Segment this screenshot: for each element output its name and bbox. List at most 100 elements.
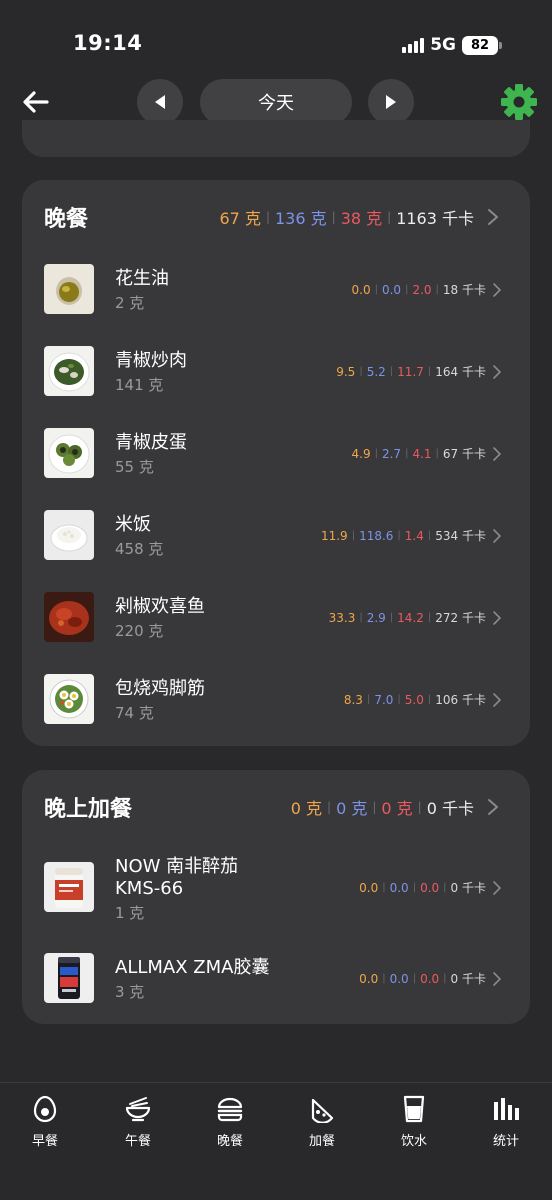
food-item-zma[interactable]: ALLMAX ZMA胶囊 3 克 0.0 | 0.0 | 0.0 | 0 千卡 bbox=[22, 953, 530, 1013]
food-item-chicken-tendon[interactable]: 包烧鸡脚筋 74 克 8.3 | 7.0 | 5.0 | 106 千卡 bbox=[22, 674, 530, 756]
food-kcal: 0 千卡 bbox=[450, 972, 486, 986]
chevron-right-icon bbox=[493, 971, 502, 986]
egg-icon bbox=[33, 1095, 57, 1123]
food-kcal: 534 千卡 bbox=[435, 529, 486, 543]
tab-breakfast[interactable]: 早餐 bbox=[15, 1095, 75, 1149]
chevron-right-icon bbox=[493, 282, 502, 297]
chevron-right-icon bbox=[493, 880, 502, 895]
food-name: NOW 南非醉茄 KMS-66 bbox=[115, 856, 238, 900]
food-protein: 0.0 bbox=[381, 282, 402, 297]
food-macros: 0.0 | 0.0 | 2.0 | 18 千卡 bbox=[352, 281, 503, 298]
tab-dinner[interactable]: 晚餐 bbox=[200, 1095, 260, 1149]
evening-snack-title: 晚上加餐 bbox=[44, 797, 133, 822]
food-fat: 0.0 bbox=[420, 971, 440, 986]
next-day-button[interactable] bbox=[368, 79, 414, 125]
food-item-pepper-egg[interactable]: 青椒皮蛋 55 克 4.9 | 2.7 | 4.1 | 67 千卡 bbox=[22, 428, 530, 510]
food-quantity: 1 克 bbox=[115, 904, 145, 922]
food-thumbnail bbox=[44, 510, 94, 560]
food-kcal: 0 千卡 bbox=[450, 881, 486, 895]
chevron-right-icon bbox=[493, 446, 502, 461]
food-thumbnail bbox=[44, 428, 94, 478]
arrow-left-icon bbox=[23, 91, 49, 113]
food-name: 剁椒欢喜鱼 bbox=[115, 596, 205, 617]
date-selector[interactable]: 今天 bbox=[200, 79, 352, 125]
snack-fat-total: 0 克 bbox=[381, 799, 413, 818]
tab-label: 饮水 bbox=[400, 1134, 427, 1149]
food-name: ALLMAX ZMA胶囊 bbox=[115, 957, 270, 978]
dinner-protein-total: 136 克 bbox=[275, 209, 327, 228]
food-quantity: 220 克 bbox=[115, 622, 164, 640]
food-quantity: 458 克 bbox=[115, 540, 164, 558]
tab-label: 午餐 bbox=[124, 1134, 151, 1149]
burger-icon bbox=[217, 1097, 243, 1122]
food-carb: 9.5 bbox=[336, 364, 356, 379]
food-name: 米饭 bbox=[115, 514, 151, 535]
previous-day-button[interactable] bbox=[137, 79, 183, 125]
food-item-peanut-oil[interactable]: 花生油 2 克 0.0 | 0.0 | 2.0 | 18 千卡 bbox=[22, 264, 530, 346]
food-macros: 8.3 | 7.0 | 5.0 | 106 千卡 bbox=[344, 691, 502, 708]
food-fat: 14.2 bbox=[397, 610, 424, 625]
snack-kcal-total: 0 千卡 bbox=[426, 799, 474, 818]
dinner-macros: 67 克 | 136 克 | 38 克 | 1163 千卡 bbox=[220, 205, 475, 229]
pizza-slice-icon bbox=[311, 1098, 334, 1123]
food-carb: 0.0 bbox=[359, 880, 379, 895]
food-macros: 9.5 | 5.2 | 11.7 | 164 千卡 bbox=[336, 363, 502, 380]
evening-snack-card: 晚上加餐 0 克 | 0 克 | 0 克 | 0 千卡 NOW 南非醉茄 KMS-66… bbox=[22, 770, 530, 1024]
glass-icon bbox=[403, 1095, 425, 1123]
chevron-right-icon bbox=[493, 692, 502, 707]
food-protein: 5.2 bbox=[366, 364, 386, 379]
evening-snack-macros: 0 克 | 0 克 | 0 克 | 0 千卡 bbox=[291, 795, 474, 819]
tab-lunch[interactable]: 午餐 bbox=[108, 1095, 168, 1149]
food-fat: 11.7 bbox=[397, 364, 424, 379]
tab-label: 早餐 bbox=[31, 1134, 58, 1149]
dinner-card: 晚餐 67 克 | 136 克 | 38 克 | 1163 千卡 花生油 2 克 0.… bbox=[22, 180, 530, 746]
bottom-tab-bar: 早餐 午餐 晚餐 加餐 饮水 统计 bbox=[0, 1082, 552, 1200]
food-macros: 11.9 | 118.6 | 1.4 | 534 千卡 bbox=[321, 527, 502, 544]
back-button[interactable] bbox=[20, 86, 52, 118]
tab-stats[interactable]: 统计 bbox=[476, 1095, 536, 1149]
bar-chart-icon bbox=[494, 1098, 519, 1120]
food-macros: 33.3 | 2.9 | 14.2 | 272 千卡 bbox=[329, 609, 502, 626]
food-protein: 118.6 bbox=[359, 528, 394, 543]
food-quantity: 3 克 bbox=[115, 983, 145, 1001]
food-fat: 5.0 bbox=[404, 692, 424, 707]
dinner-header[interactable]: 晚餐 67 克 | 136 克 | 38 克 | 1163 千卡 bbox=[44, 180, 530, 254]
tab-water[interactable]: 饮水 bbox=[384, 1095, 444, 1149]
snack-carb-total: 0 克 bbox=[290, 799, 323, 818]
dinner-carb-total: 67 克 bbox=[219, 209, 261, 228]
battery-level: 82 bbox=[462, 35, 498, 55]
food-protein: 0.0 bbox=[389, 880, 409, 895]
chevron-right-icon bbox=[493, 528, 502, 543]
food-item-pepper-pork[interactable]: 青椒炒肉 141 克 9.5 | 5.2 | 11.7 | 164 千卡 bbox=[22, 346, 530, 428]
food-thumbnail bbox=[44, 674, 94, 724]
food-macros: 0.0 | 0.0 | 0.0 | 0 千卡 bbox=[359, 879, 502, 896]
tab-label: 统计 bbox=[492, 1134, 519, 1149]
food-macros: 4.9 | 2.7 | 4.1 | 67 千卡 bbox=[352, 445, 503, 462]
settings-button[interactable] bbox=[500, 83, 538, 121]
food-thumbnail bbox=[44, 592, 94, 642]
food-quantity: 55 克 bbox=[115, 458, 154, 476]
food-name: 青椒皮蛋 bbox=[115, 432, 187, 453]
food-kcal: 164 千卡 bbox=[435, 365, 486, 379]
food-protein: 0.0 bbox=[389, 971, 409, 986]
chevron-right-icon bbox=[493, 610, 502, 625]
cellular-signal-icon bbox=[402, 37, 425, 53]
food-name-line-2: KMS-66 bbox=[115, 878, 184, 899]
status-indicators: 5G 82 bbox=[402, 35, 502, 55]
bowl-icon bbox=[125, 1097, 151, 1122]
diet-log-screen: 19:14 5G 82 今天 晚餐 67 克 | 136 克 | 38 克 | … bbox=[0, 0, 552, 1200]
food-item-rice[interactable]: 米饭 458 克 11.9 | 118.6 | 1.4 | 534 千卡 bbox=[22, 510, 530, 592]
evening-snack-header[interactable]: 晚上加餐 0 克 | 0 克 | 0 克 | 0 千卡 bbox=[44, 770, 530, 844]
gear-icon bbox=[501, 84, 537, 120]
tab-snack[interactable]: 加餐 bbox=[292, 1095, 352, 1149]
food-item-ashwagandha[interactable]: NOW 南非醉茄 KMS-66 1 克 0.0 | 0.0 | 0.0 | 0 千卡 bbox=[22, 856, 530, 922]
food-item-chili-fish[interactable]: 剁椒欢喜鱼 220 克 33.3 | 2.9 | 14.2 | 272 千卡 bbox=[22, 592, 530, 674]
food-carb: 4.9 bbox=[351, 446, 371, 461]
dinner-title: 晚餐 bbox=[44, 207, 89, 232]
triangle-right-icon bbox=[386, 95, 396, 109]
chevron-right-icon bbox=[488, 209, 498, 225]
food-carb: 0.0 bbox=[359, 971, 379, 986]
chevron-right-icon bbox=[488, 799, 498, 815]
status-time: 19:14 bbox=[73, 31, 143, 55]
triangle-left-icon bbox=[155, 95, 165, 109]
